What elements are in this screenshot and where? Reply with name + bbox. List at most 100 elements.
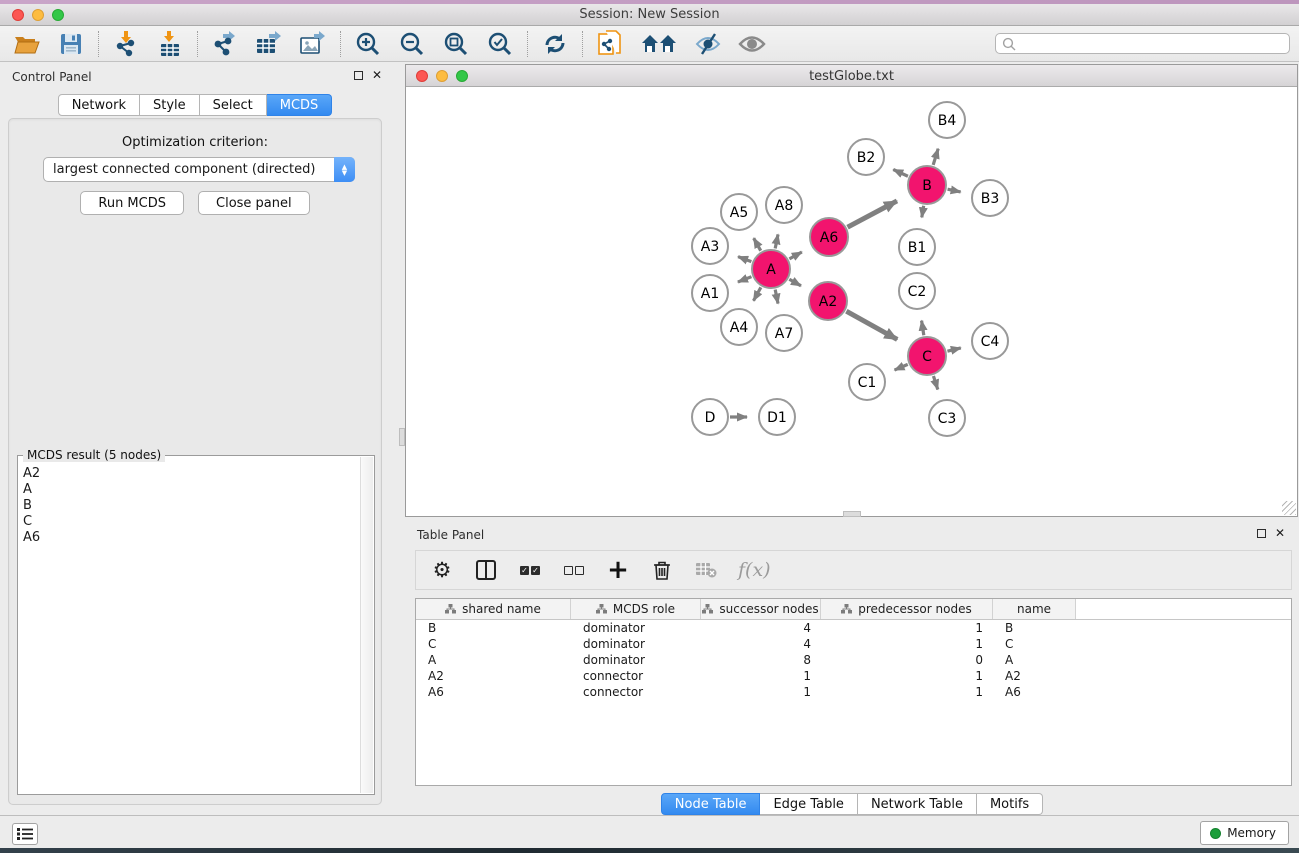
zoom-selected-icon[interactable] (485, 29, 515, 59)
graph-node-A7[interactable]: A7 (766, 315, 802, 351)
graph-node-A6[interactable]: A6 (810, 218, 848, 256)
clone-network-icon[interactable] (595, 29, 625, 59)
graph-node-B2[interactable]: B2 (848, 139, 884, 175)
close-panel-icon[interactable]: ✕ (372, 70, 382, 80)
graph-edge[interactable] (922, 321, 924, 336)
table-tab-node-table[interactable]: Node Table (661, 793, 761, 815)
result-scrollbar[interactable] (360, 457, 373, 793)
table-options-gear-icon[interactable]: ⚙ (430, 558, 454, 582)
optimization-criterion-dropdown[interactable]: largest connected component (directed) ▲… (43, 157, 355, 182)
table-tab-motifs[interactable]: Motifs (977, 793, 1043, 815)
graph-edge[interactable] (895, 364, 908, 370)
deselect-all-icon[interactable] (562, 558, 586, 582)
graph-edge[interactable] (775, 234, 778, 248)
graph-node-A5[interactable]: A5 (721, 194, 757, 230)
graph-node-C2[interactable]: C2 (899, 273, 935, 309)
hide-panel-icon[interactable] (693, 29, 723, 59)
table-row[interactable]: A6connector11A6 (416, 684, 1291, 700)
memory-button[interactable]: Memory (1200, 821, 1289, 845)
graph-edge[interactable] (933, 376, 937, 389)
close-table-panel-icon[interactable]: ✕ (1275, 528, 1285, 538)
network-window-titlebar[interactable]: testGlobe.txt (406, 65, 1297, 87)
graph-node-A1[interactable]: A1 (692, 275, 728, 311)
graph-node-A8[interactable]: A8 (766, 187, 802, 223)
result-list-item[interactable]: A2 (23, 466, 360, 482)
delete-table-icon[interactable] (694, 558, 718, 582)
show-columns-icon[interactable] (474, 558, 498, 582)
graph-node-A[interactable]: A (752, 250, 790, 288)
table-row[interactable]: A2connector11A2 (416, 668, 1291, 684)
save-session-icon[interactable] (56, 29, 86, 59)
zoom-in-icon[interactable] (353, 29, 383, 59)
graph-node-D[interactable]: D (692, 399, 728, 435)
tab-select[interactable]: Select (200, 94, 267, 116)
table-row[interactable]: Adominator80A (416, 652, 1291, 668)
refresh-icon[interactable] (540, 29, 570, 59)
graph-edge[interactable] (789, 279, 801, 286)
add-row-icon[interactable]: + (606, 558, 630, 582)
graph-edge[interactable] (848, 201, 897, 227)
tab-network[interactable]: Network (58, 94, 140, 116)
table-tab-network-table[interactable]: Network Table (858, 793, 977, 815)
graph-edge[interactable] (948, 189, 961, 192)
tab-style[interactable]: Style (140, 94, 200, 116)
graph-node-B[interactable]: B (908, 166, 946, 204)
splitter-handle-vertical[interactable] (399, 428, 405, 446)
tab-mcds[interactable]: MCDS (267, 94, 333, 116)
graph-edge[interactable] (753, 287, 760, 300)
column-header-predecessor-nodes[interactable]: predecessor nodes (821, 599, 993, 619)
result-list-item[interactable]: C (23, 514, 360, 530)
splitter-handle-horizontal[interactable] (843, 511, 861, 517)
graph-edge[interactable] (789, 252, 801, 259)
export-network-icon[interactable] (210, 29, 240, 59)
result-list-item[interactable]: B (23, 498, 360, 514)
graph-edge[interactable] (933, 149, 938, 165)
graph-edge[interactable] (738, 257, 751, 262)
cytoscape-home-icon[interactable] (639, 29, 679, 59)
result-list-item[interactable]: A (23, 482, 360, 498)
graph-node-B1[interactable]: B1 (899, 229, 935, 265)
graph-edge[interactable] (893, 170, 908, 177)
table-row[interactable]: Cdominator41C (416, 636, 1291, 652)
column-header-shared-name[interactable]: shared name (416, 599, 571, 619)
graph-edge[interactable] (947, 348, 960, 351)
show-graphics-eye-icon[interactable] (737, 29, 767, 59)
graph-node-D1[interactable]: D1 (759, 399, 795, 435)
network-graph[interactable]: B4B2BB3A5A8A6A3B1AA1C2A2A4A7C4CC1DD1C3 (406, 87, 1297, 516)
float-table-panel-icon[interactable] (1257, 529, 1266, 538)
graph-node-C[interactable]: C (908, 337, 946, 375)
network-canvas[interactable]: B4B2BB3A5A8A6A3B1AA1C2A2A4A7C4CC1DD1C3 (406, 87, 1297, 516)
graph-node-A4[interactable]: A4 (721, 309, 757, 345)
apply-function-icon[interactable]: f(x) (738, 558, 771, 582)
column-header-name[interactable]: name (993, 599, 1076, 619)
node-table[interactable]: shared nameMCDS rolesuccessor nodesprede… (415, 598, 1292, 786)
result-list-item[interactable]: A6 (23, 530, 360, 546)
export-image-icon[interactable] (298, 29, 328, 59)
column-header-MCDS-role[interactable]: MCDS role (571, 599, 701, 619)
import-network-icon[interactable] (111, 29, 141, 59)
graph-node-B4[interactable]: B4 (929, 102, 965, 138)
run-mcds-button[interactable]: Run MCDS (80, 191, 184, 215)
graph-edge[interactable] (754, 238, 761, 251)
table-row[interactable]: Bdominator41B (416, 620, 1291, 636)
table-tab-edge-table[interactable]: Edge Table (760, 793, 857, 815)
graph-edge[interactable] (738, 277, 752, 282)
float-panel-icon[interactable] (354, 71, 363, 80)
open-file-icon[interactable] (12, 29, 42, 59)
graph-node-A3[interactable]: A3 (692, 228, 728, 264)
resize-grip-icon[interactable] (1282, 501, 1296, 515)
zoom-out-icon[interactable] (397, 29, 427, 59)
column-header-successor-nodes[interactable]: successor nodes (701, 599, 821, 619)
graph-edge[interactable] (775, 290, 778, 304)
export-table-icon[interactable] (254, 29, 284, 59)
graph-node-B3[interactable]: B3 (972, 180, 1008, 216)
graph-node-A2[interactable]: A2 (809, 282, 847, 320)
graph-node-C3[interactable]: C3 (929, 400, 965, 436)
search-input[interactable] (995, 33, 1290, 54)
delete-rows-trash-icon[interactable] (650, 558, 674, 582)
mcds-result-list[interactable]: A2ABCA6 (19, 464, 360, 793)
select-all-icon[interactable]: ✓✓ (518, 558, 542, 582)
graph-edge[interactable] (846, 311, 897, 339)
close-panel-button[interactable]: Close panel (198, 191, 310, 215)
graph-node-C4[interactable]: C4 (972, 323, 1008, 359)
